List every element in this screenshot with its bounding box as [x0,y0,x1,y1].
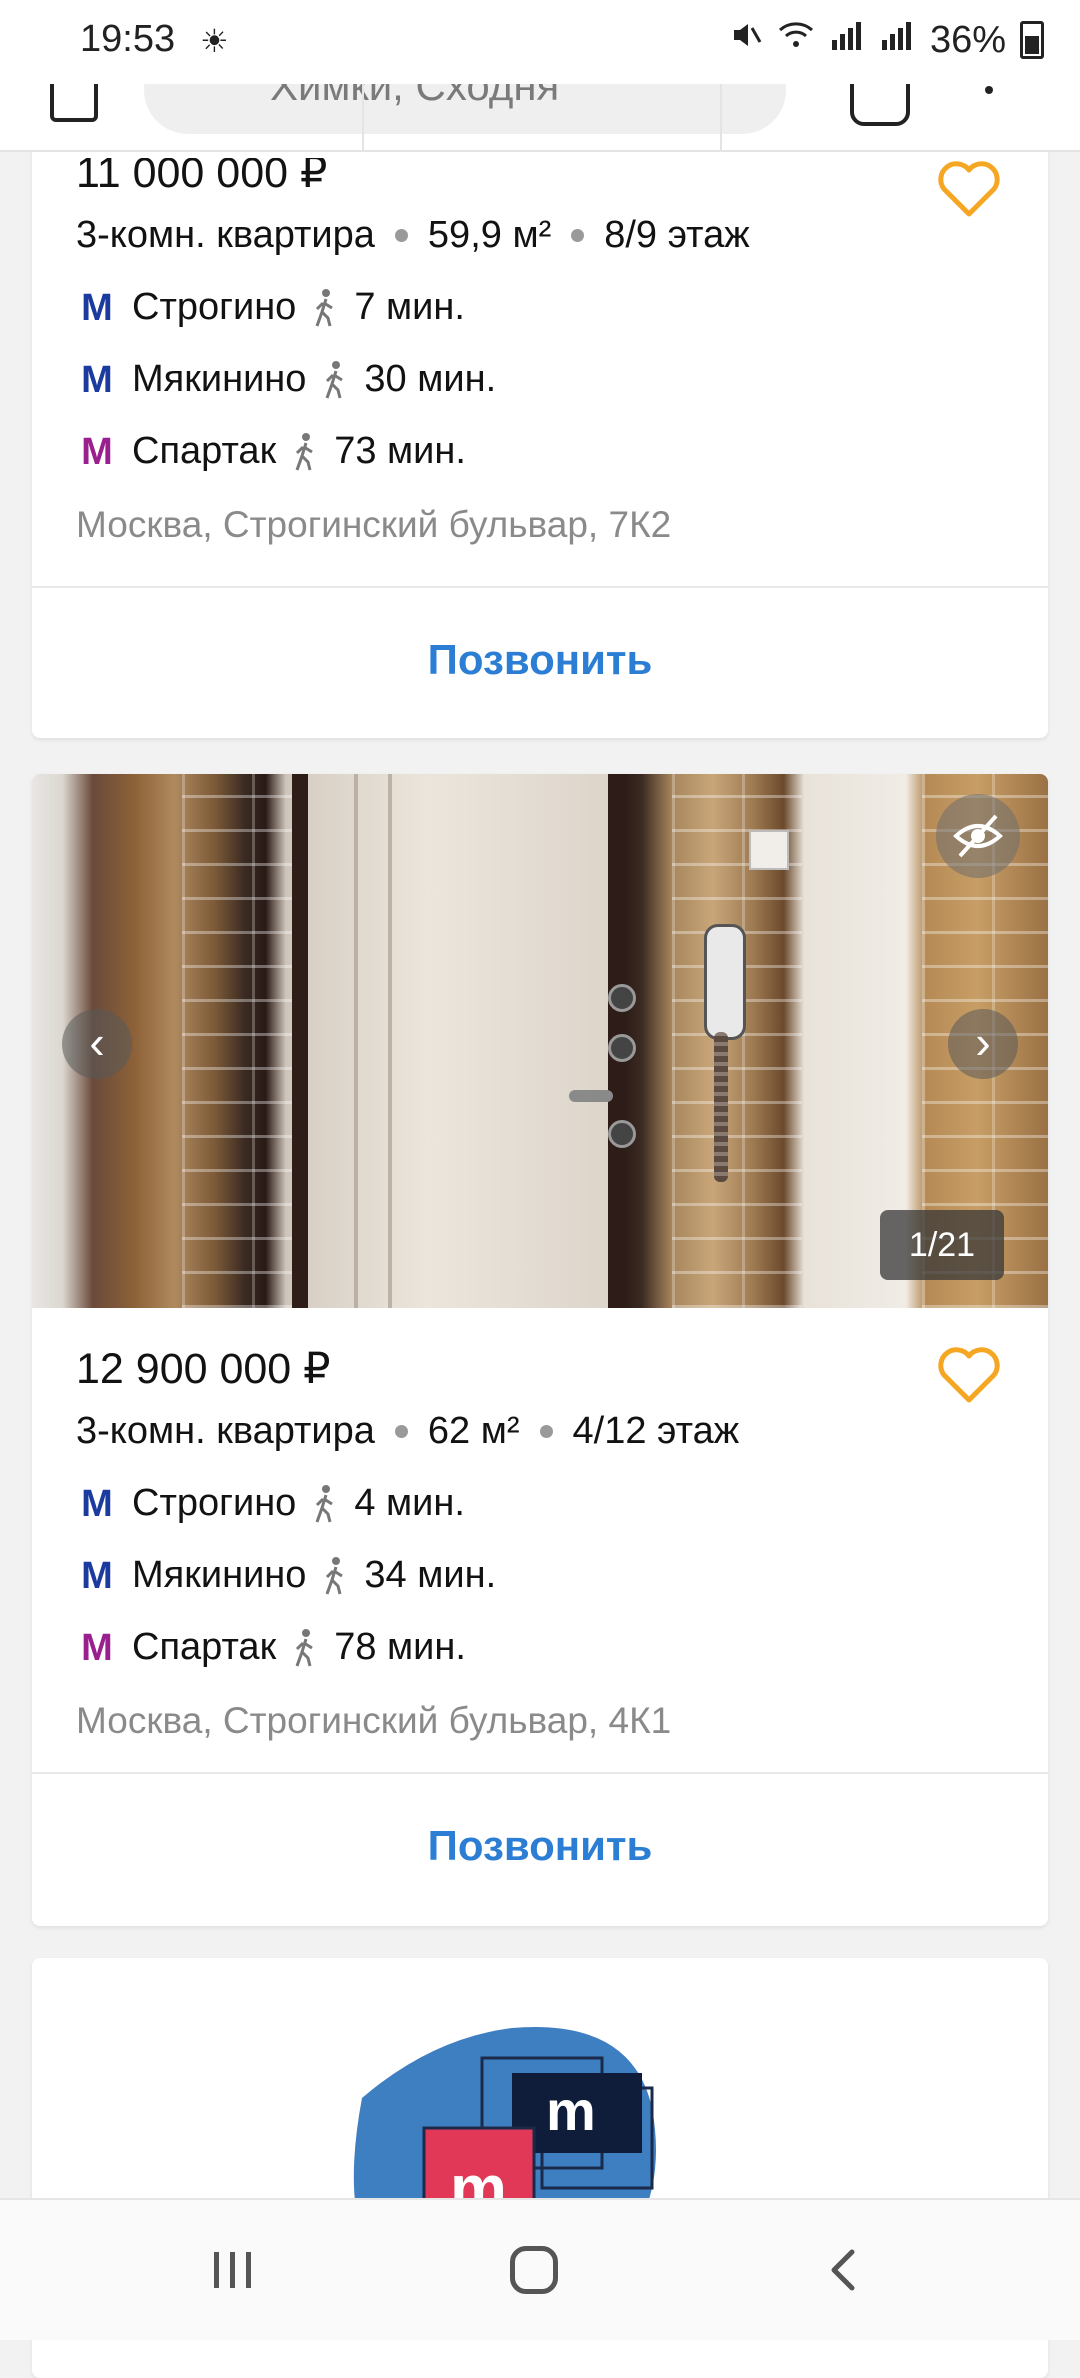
photo-counter: 1/21 [880,1210,1004,1280]
separator-dot [394,229,408,242]
chevron-left-icon[interactable]: ‹ [62,1009,132,1079]
listing-card[interactable]: 11 000 000 ₽ 3-комн. квартира 59,9 м² 8/… [32,120,1048,738]
metro-time: 78 мин. [334,1626,466,1668]
walk-icon [295,432,313,471]
divider [32,586,1048,588]
weather-icon: ☀ [200,23,229,59]
call-button[interactable]: Позвонить [32,636,1048,684]
metro-icon: M [81,1554,113,1597]
heart-icon[interactable] [934,154,1004,224]
status-time: 19:53 [80,18,176,60]
hide-icon[interactable] [936,794,1020,878]
chevron-right-icon[interactable]: › [948,1009,1018,1079]
call-button[interactable]: Позвонить [32,1822,1048,1870]
listing-area: 59,9 м² [427,214,552,256]
metro-station: Мякинино [132,358,307,400]
svg-text:m: m [546,2079,596,2142]
battery-percent: 36% [929,18,1006,61]
listing-specs: 3-комн. квартира 62 м² 4/12 этаж [76,1410,739,1453]
metro-station: Спартак [132,1626,277,1668]
metro-station: Мякинино [132,1554,307,1596]
intercom [704,924,746,1040]
listing-floor: 4/12 этаж [572,1410,740,1452]
menu-icon[interactable] [50,84,98,122]
system-nav-bar [0,2198,1080,2340]
battery-icon [1020,21,1044,59]
signal-icon [830,18,866,62]
walk-icon [315,1484,334,1523]
listing-type: 3-комн. квартира [76,1410,375,1452]
heart-icon[interactable] [934,1340,1004,1410]
intercom-cord [714,1032,728,1182]
separator-dot [394,1425,408,1438]
walk-icon [315,288,334,327]
home-icon[interactable] [510,2246,558,2294]
door-handle [569,1090,613,1102]
listing-card[interactable]: ‹ › 1/21 12 900 000 ₽ 3-комн. квартира 6… [32,774,1048,1926]
metro-time: 7 мин. [354,286,465,328]
divider [32,1772,1048,1774]
status-bar: 19:53 ☀ 36% [0,0,1080,84]
walk-icon [326,360,344,399]
listing-photo[interactable]: ‹ › 1/21 [32,774,1048,1308]
metro-icon: M [81,286,113,329]
door-lock [608,1120,636,1148]
metro-time: 4 мин. [354,1482,465,1524]
status-icons: 36% [728,18,1044,62]
search-input[interactable]: Химки, Сходня [144,84,786,134]
tab-divider [362,84,364,150]
listing-price: 12 900 000 ₽ [76,1345,331,1393]
metro-icon: M [81,430,113,473]
metro-icon: M [81,1482,113,1525]
metro-row: M Строгино 7 мин. [76,286,465,329]
metro-time: 73 мин. [334,430,466,472]
metro-icon: M [81,1626,113,1669]
signal-icon [880,18,916,62]
tab-divider [720,84,722,150]
walk-icon [295,1628,313,1667]
light-switch [749,830,789,870]
metro-row: M Строгино 4 мин. [76,1482,465,1525]
door-groove [388,774,392,1308]
door-image [292,774,624,1308]
app-header: Химки, Сходня [0,84,1080,152]
brick-wall [182,774,292,1308]
metro-row: M Мякинино 34 мин. [76,1554,496,1597]
listing-address: Москва, Строгинский бульвар, 7К2 [76,504,672,545]
metro-time: 34 мин. [364,1554,497,1596]
listing-address: Москва, Строгинский бульвар, 4К1 [76,1700,672,1741]
listing-area: 62 м² [427,1410,520,1452]
listing-type: 3-комн. квартира [76,214,375,256]
separator-dot [539,1425,553,1438]
door-groove [354,774,358,1308]
filter-icon[interactable] [850,84,910,126]
listing-specs: 3-комн. квартира 59,9 м² 8/9 этаж [76,214,750,257]
metro-station: Строгино [132,286,297,328]
mute-icon [728,18,762,62]
metro-station: Спартак [132,430,277,472]
metro-row: M Спартак 78 мин. [76,1626,466,1669]
recents-icon[interactable] [210,2248,256,2292]
wifi-icon [776,18,816,62]
metro-station: Строгино [132,1482,297,1524]
metro-row: M Мякинино 30 мин. [76,358,496,401]
separator-dot [571,229,585,242]
metro-icon: M [81,358,113,401]
listing-price: 11 000 000 ₽ [76,158,328,188]
metro-row: M Спартак 73 мин. [76,430,466,473]
search-text: Химки, Сходня [270,84,560,109]
listing-floor: 8/9 этаж [604,214,750,256]
door-lock [608,1034,636,1062]
back-icon[interactable] [820,2246,868,2294]
door-lock [608,984,636,1012]
metro-time: 30 мин. [364,358,497,400]
walk-icon [326,1556,344,1595]
